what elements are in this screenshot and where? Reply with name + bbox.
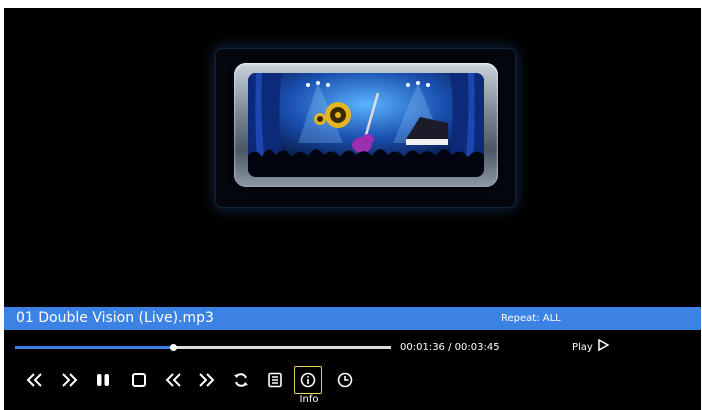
skip-previous-icon — [26, 372, 44, 388]
fast-forward-icon — [198, 372, 216, 388]
time-readout: 00:01:36 / 00:03:45 — [400, 342, 500, 353]
playlist-icon — [267, 372, 283, 388]
pause-icon — [95, 372, 111, 388]
rewind-icon — [164, 372, 182, 388]
rewind-button[interactable] — [160, 367, 186, 393]
album-art-tv-bezel — [234, 63, 498, 187]
skip-next-icon — [60, 372, 78, 388]
now-playing-bar: 01 Double Vision (Live).mp3 Repeat: ALL — [4, 307, 701, 330]
stop-icon — [131, 372, 147, 388]
skip-previous-button[interactable] — [22, 367, 48, 393]
fast-forward-button[interactable] — [194, 367, 220, 393]
playlist-button[interactable] — [262, 367, 288, 393]
play-status: Play — [572, 338, 610, 357]
progress-knob[interactable] — [169, 344, 177, 351]
sleep-timer-button[interactable] — [332, 367, 358, 393]
focused-control-label: Info — [299, 394, 319, 405]
info-icon — [300, 372, 316, 388]
album-art-image — [248, 73, 484, 177]
media-player-screen: 01 Double Vision (Live).mp3 Repeat: ALL … — [4, 8, 701, 410]
track-title: 01 Double Vision (Live).mp3 — [16, 310, 214, 326]
progress-fill — [15, 346, 173, 349]
progress-bar[interactable] — [15, 344, 391, 351]
repeat-mode-label: Repeat: ALL — [501, 313, 561, 324]
stop-button[interactable] — [126, 367, 152, 393]
repeat-icon — [233, 372, 249, 388]
pause-button[interactable] — [90, 367, 116, 393]
repeat-button[interactable] — [228, 367, 254, 393]
skip-next-button[interactable] — [56, 367, 82, 393]
album-art-frame — [216, 49, 515, 207]
play-status-label: Play — [572, 342, 593, 353]
play-icon — [597, 338, 610, 357]
sleep-timer-icon — [337, 372, 353, 388]
info-button[interactable] — [294, 366, 322, 394]
